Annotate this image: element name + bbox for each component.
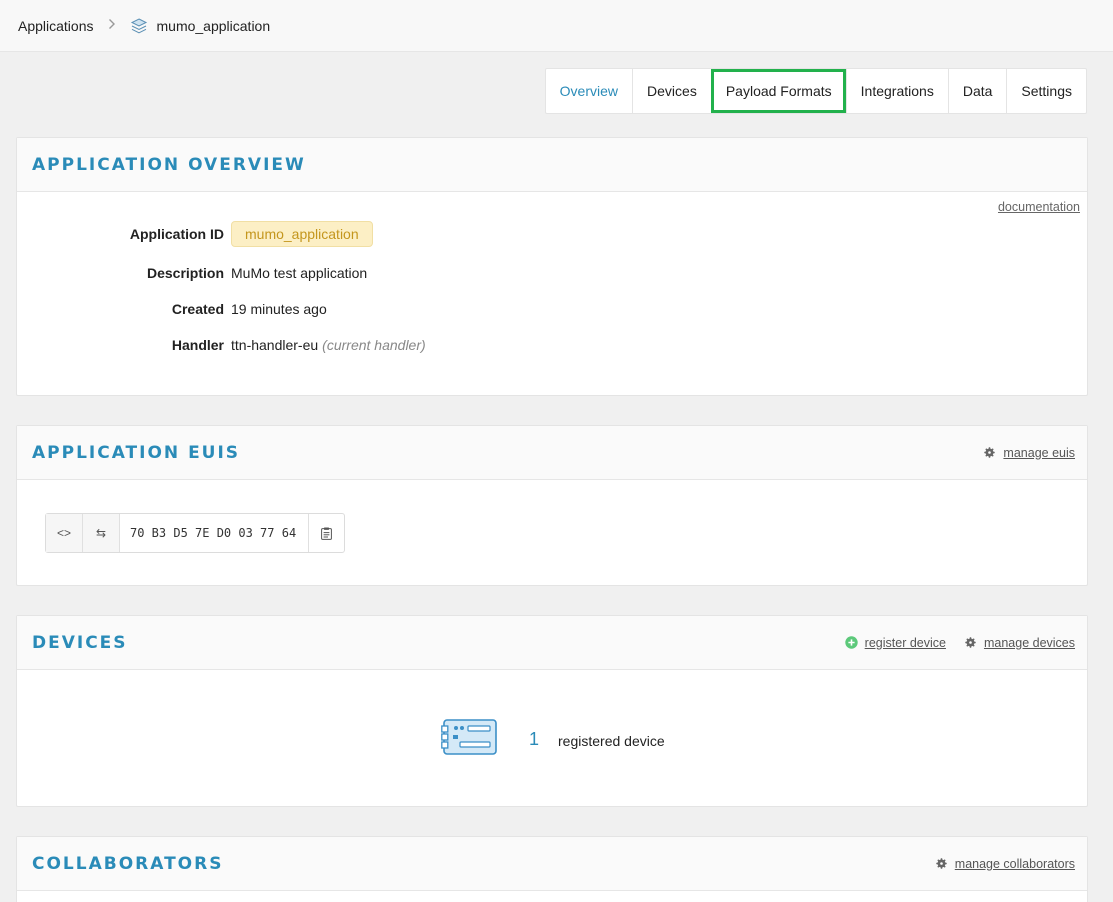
register-device-label: register device xyxy=(864,635,946,650)
device-count-number: 1 xyxy=(529,729,540,749)
field-value: 19 minutes ago xyxy=(231,301,327,317)
device-count-label: registered device xyxy=(558,732,665,749)
application-overview-panel: APPLICATION OVERVIEW documentation Appli… xyxy=(16,137,1088,396)
manage-collaborators-link[interactable]: manage collaborators xyxy=(935,857,1075,871)
tab-overview[interactable]: Overview xyxy=(546,69,632,113)
manage-collaborators-label: manage collaborators xyxy=(954,856,1075,871)
tab-integrations[interactable]: Integrations xyxy=(845,69,948,113)
panel-title: COLLABORATORS xyxy=(32,853,224,874)
field-label: Description xyxy=(146,265,224,281)
panel-header: DEVICES register device manage devices xyxy=(17,616,1087,670)
device-count: 1 registered device xyxy=(441,718,665,761)
panel-title: DEVICES xyxy=(32,632,128,653)
gear-icon xyxy=(935,857,948,870)
stack-layers-icon xyxy=(130,17,148,35)
code-toggle-icon[interactable]: <> xyxy=(46,514,83,552)
panel-header: COLLABORATORS manage collaborators xyxy=(17,837,1087,891)
device-board-icon xyxy=(441,718,499,761)
manage-devices-link[interactable]: manage devices xyxy=(964,636,1075,650)
register-device-link[interactable]: register device xyxy=(844,635,946,650)
tab-settings[interactable]: Settings xyxy=(1006,69,1086,113)
panel-title: APPLICATION EUIS xyxy=(32,442,241,463)
field-label: Application ID xyxy=(129,226,224,242)
breadcrumb-separator xyxy=(108,17,116,34)
application-euis-panel: APPLICATION EUIS manage euis <> ⇆ 70 B3 … xyxy=(16,425,1088,586)
tab-payload-formats[interactable]: Payload Formats xyxy=(710,69,846,113)
panel-actions: register device manage devices xyxy=(844,635,1075,650)
field-label: Handler xyxy=(171,337,224,353)
description-row: Description MuMo test application xyxy=(17,265,367,281)
handler-row: Handler ttn-handler-eu (current handler) xyxy=(17,337,426,353)
field-value: MuMo test application xyxy=(231,265,368,281)
tab-data[interactable]: Data xyxy=(947,69,1007,113)
field-value: ttn-handler-eu xyxy=(231,337,319,353)
swap-byte-order-icon[interactable]: ⇆ xyxy=(83,514,120,552)
tab-devices[interactable]: Devices xyxy=(632,69,711,113)
created-row: Created 19 minutes ago xyxy=(17,301,327,317)
documentation-link[interactable]: documentation xyxy=(998,200,1080,214)
panel-actions: manage collaborators xyxy=(935,857,1075,871)
gear-icon xyxy=(964,636,977,649)
manage-euis-link[interactable]: manage euis xyxy=(983,446,1075,460)
eui-value: 70 B3 D5 7E D0 03 77 64 xyxy=(120,514,309,552)
clipboard-icon[interactable] xyxy=(309,514,344,552)
panel-header: APPLICATION OVERVIEW xyxy=(17,138,1087,192)
breadcrumb-applications-link[interactable]: Applications xyxy=(18,18,94,34)
panel-actions: manage euis xyxy=(983,446,1075,460)
devices-panel: DEVICES register device manage devices 1… xyxy=(16,615,1088,807)
handler-note: (current handler) xyxy=(322,337,426,353)
application-id-badge: mumo_application xyxy=(231,221,373,247)
panel-title: APPLICATION OVERVIEW xyxy=(32,154,306,175)
application-id-row: Application ID mumo_application xyxy=(17,221,373,247)
field-label: Created xyxy=(171,301,224,317)
manage-euis-label: manage euis xyxy=(1003,445,1075,460)
gear-icon xyxy=(983,446,996,459)
breadcrumb: Applications mumo_application xyxy=(0,0,1113,52)
application-tabs: Overview Devices Payload Formats Integra… xyxy=(544,68,1087,114)
eui-display: <> ⇆ 70 B3 D5 7E D0 03 77 64 xyxy=(45,513,345,553)
breadcrumb-current: mumo_application xyxy=(156,17,271,34)
manage-devices-label: manage devices xyxy=(983,635,1075,650)
collaborators-panel: COLLABORATORS manage collaborators xyxy=(16,836,1088,902)
panel-header: APPLICATION EUIS manage euis xyxy=(17,426,1087,480)
plus-circle-icon xyxy=(844,636,858,649)
